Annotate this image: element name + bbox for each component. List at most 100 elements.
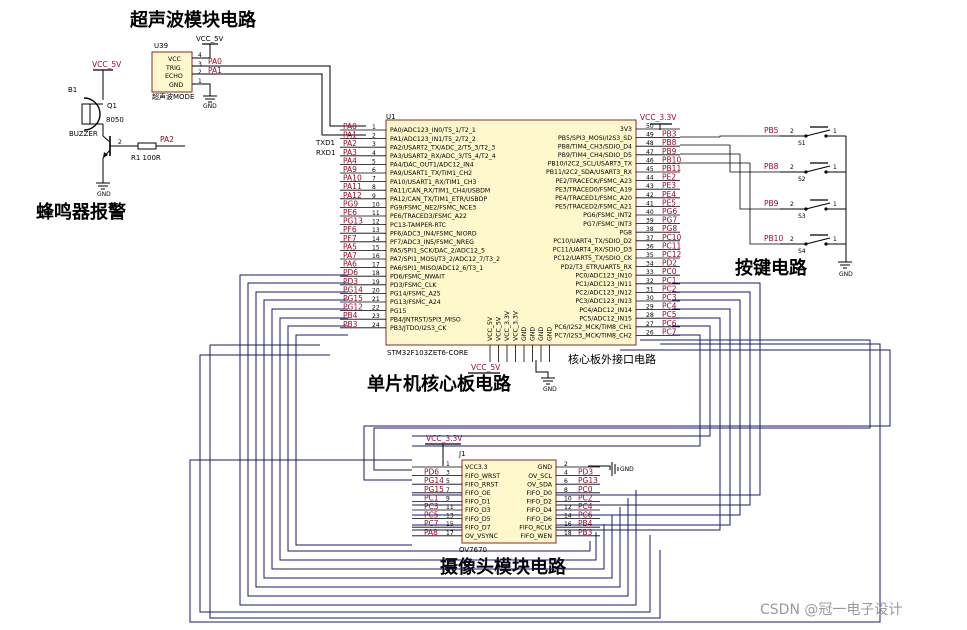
- camera-left-pin-label: OV_VSYNC: [465, 533, 498, 540]
- mcu-right-pin-label: PD2/T3_ETR/UART5_RX: [561, 264, 633, 271]
- mcu-right-pin-number: 49: [646, 132, 654, 139]
- camera-left-pin-label: FIFO_D3: [465, 507, 491, 514]
- mcu-left-pin-label: PA6/SPI1_MISO/ADC12_6/T3_1: [390, 265, 483, 272]
- mcu-right-pin-label: PC7/I2S3_MCK/TIM8_CH2: [555, 333, 633, 340]
- mcu-bottom-pin-label: VCC_3.3V: [504, 310, 511, 341]
- mcu-left-pin-number: 10: [372, 201, 380, 208]
- camera-left-pin-number: 11: [446, 504, 454, 511]
- camera-left-pin-number: 3: [446, 470, 450, 477]
- mcu-left-pin-label: PF7/ADC3_IN5/FSMC_NREG: [390, 239, 474, 246]
- mcu-right-pin-number: 39: [646, 218, 654, 225]
- mcu-right-pin-number: 45: [646, 166, 654, 173]
- mcu-right-pin-label: PC4/ADC12_IN14: [579, 307, 632, 314]
- keys-heading: 按键电路: [735, 257, 808, 279]
- buzzer-heading: 蜂鸣器报警: [36, 201, 126, 223]
- camera-left-pin-label: FIFO_WRST: [465, 473, 500, 480]
- mcu-right-pin-label: PC5/ADC12_IN15: [579, 315, 632, 322]
- mcu-right-pin-label: PC6/I2S2_MCK/TIM8_CH1: [555, 324, 633, 331]
- buzzer-vcc-label: VCC_5V: [92, 60, 122, 69]
- mcu-left-pin-label: PB3/JTDO/I2S3_CK: [390, 325, 447, 332]
- camera-right-pin-label: FIFO_RCLK: [519, 524, 553, 531]
- key-net-label: PB8: [764, 162, 779, 171]
- mcu-left-pin-label: PG9/FSMC_NE2/FSMC_NCE3: [390, 205, 476, 212]
- key-circuit: PB5 2 1 S1 PB8 2 1 S2 PB9 2 1 S3 PB10 2 1 S4: [680, 126, 847, 262]
- transistor-designator: Q1: [107, 102, 117, 110]
- mcu-left-pin-label: PA7/SPI1_MOSI/T3_2/ADC12_7/T3_2: [390, 256, 500, 263]
- mcu-right-pin-label: PG6/FSMC_INT2: [583, 212, 632, 219]
- mcu-part: STM32F103ZET6-CORE: [387, 349, 468, 357]
- buzzer-net-pa2: PA2: [160, 135, 174, 144]
- mcu-right-pin-label: PC0/ADC123_IN10: [575, 272, 632, 279]
- camera-right-pin-number: 12: [564, 504, 572, 511]
- ultrasonic-pinno-2: 2: [198, 69, 202, 76]
- buzzer-name: BUZZER: [69, 130, 98, 138]
- mcu-core: U1 TXD1 RXD1 PA0/ADC123_IN0/T5_1/T2_11PA…: [315, 113, 682, 393]
- transistor-pin2: 2: [118, 139, 122, 146]
- mcu-right-pin-number: 35: [646, 252, 654, 259]
- mcu-left-pin-number: 4: [372, 150, 376, 157]
- mcu-bottom-pin-label: VCC_3.3V: [513, 310, 520, 341]
- mcu-left-pin-number: 11: [372, 210, 380, 217]
- mcu-left-pin-label: PD6/FSMC_NWAIT: [390, 273, 445, 280]
- camera-left-pin-label: FIFO_OE: [465, 490, 491, 497]
- mcu-left-pin-label: PA4/DAC_OUT1/ADC12_IN4: [390, 162, 474, 169]
- camera-left-pin-number: 9: [446, 495, 450, 502]
- camera-left-pin-number: 7: [446, 487, 450, 494]
- key-net-label: PB10: [764, 234, 783, 243]
- key-switch-s1: PB5 2 1 S1: [680, 126, 846, 147]
- key-switch-name: S2: [798, 176, 806, 183]
- mcu-right-pin-label: PC2/ADC123_IN12: [575, 290, 632, 297]
- external-port-heading: 核心板外接口电路: [568, 352, 656, 366]
- mcu-right-pin-label: PB8/TIM4_CH3/SDIO_D4: [558, 143, 632, 150]
- camera-right-pin-label: FIFO_D0: [526, 490, 552, 497]
- mcu-left-pin-number: 15: [372, 244, 380, 251]
- transistor-type: 8050: [106, 116, 124, 124]
- camera-module: VCC_3.3V J1 VCC3.31FIFO_WRST3PD6FIFO_RRS…: [412, 434, 634, 554]
- ultrasonic-pin-trig: TRIG: [165, 65, 181, 72]
- mcu-left-pin-label: PE6/TRACED3/FSMC_A22: [390, 213, 467, 220]
- key-switch-s2: PB8 2 1 S2: [680, 144, 846, 183]
- mcu-right-pin-number: 42: [646, 192, 654, 199]
- ultrasonic-net-pa1: PA1: [208, 66, 222, 75]
- camera-left-pin-number: 1: [446, 461, 450, 468]
- mcu-vcc33-label: VCC_3.3V: [640, 113, 677, 122]
- mcu-bottom-pin-label: GND: [547, 327, 554, 341]
- resistor-label: R1 100R: [131, 154, 161, 162]
- csdn-watermark: CSDN @冠一电子设计: [760, 602, 902, 618]
- mcu-right-pin-label: PB10/I2C2_SCL/USART3_TX: [548, 161, 633, 168]
- mcu-left-pin-label: PA3/USART2_RX/ADC_3/T5_4/T2_4: [390, 153, 496, 160]
- mcu-left-pin-label: PA1/ADC123_IN1/T5_2/T2_2: [390, 136, 476, 143]
- camera-right-pin-number: 2: [564, 461, 568, 468]
- camera-gnd-ref: GND: [620, 466, 634, 473]
- mcu-rx-label: RXD1: [316, 149, 336, 157]
- key-net-label: PB5: [764, 126, 779, 135]
- ultrasonic-gnd-symbol: GND: [203, 95, 217, 110]
- camera-right-pin-number: 8: [564, 487, 568, 494]
- ultrasonic-module: U39 VCC_5V VCC TRIG ECHO GND 4 3 2 1 PA0…: [151, 35, 230, 110]
- mcu-left-pin-label: PD3/FSMC_CLK: [390, 282, 437, 289]
- camera-vcc-label: VCC_3.3V: [426, 434, 463, 443]
- mcu-left-pin-number: 16: [372, 253, 380, 260]
- camera-designator: J1: [458, 450, 466, 458]
- key-pin-2: 2: [790, 201, 794, 208]
- mcu-left-pin-label: PG13/FSMC_A24: [390, 299, 441, 306]
- mcu-heading: 单片机核心板电路: [367, 373, 512, 395]
- mcu-left-pin-label: PB4/JNTRST/SPI3_MISO: [390, 316, 461, 323]
- key-switch-name: S4: [798, 248, 806, 255]
- mcu-bottom-pin-label: GND: [521, 327, 528, 341]
- mcu-left-pin-number: 2: [372, 133, 376, 140]
- camera-right-pins: GND 2OV_SCL 4 PD3OV_SDA 6 PG13FIFO_D0 8 PC0FIFO…: [519, 461, 600, 540]
- camera-right-pin-label: OV_SDA: [527, 481, 553, 488]
- mcu-right-pin-number: 26: [646, 329, 654, 336]
- mcu-right-pin-label: PC3/ADC123_IN13: [575, 298, 632, 305]
- camera-left-pin-label: FIFO_D5: [465, 516, 491, 523]
- mcu-left-pin-label: PC13-TAMPER-RTC: [390, 222, 446, 229]
- mcu-bottom-pin-label: VCC_5V: [487, 316, 494, 341]
- camera-right-pin-label: OV_SCL: [528, 473, 552, 480]
- mcu-left-pin-label: PA0/ADC123_IN0/T5_1/T2_1: [390, 127, 476, 134]
- mcu-right-pin-label: PE5/TRACED2/FSMC_A21: [555, 204, 632, 211]
- key-pin-1: 1: [833, 236, 837, 243]
- mcu-left-pin-number: 1: [372, 124, 376, 131]
- camera-right-pin-label: FIFO_D6: [526, 516, 552, 523]
- key-pin-1: 1: [833, 201, 837, 208]
